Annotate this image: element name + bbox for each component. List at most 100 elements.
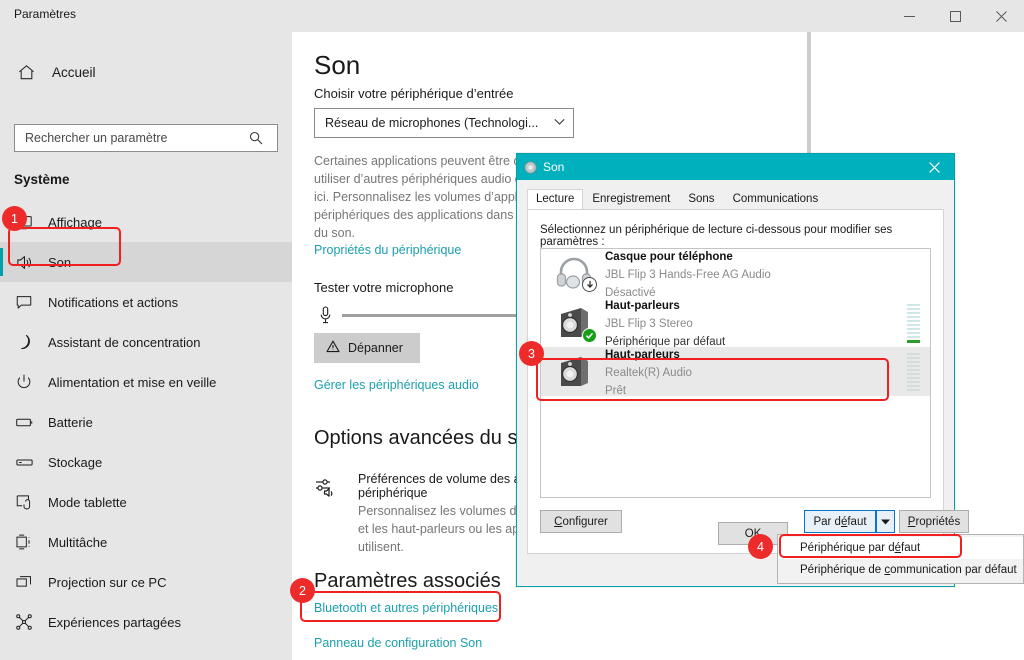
device-level-meter xyxy=(907,352,920,392)
sidebar-item-batterie[interactable]: Batterie xyxy=(0,402,292,442)
sidebar-item-label: Expériences partagées xyxy=(48,614,181,630)
sidebar-item-label: Son xyxy=(48,254,72,270)
search-box[interactable] xyxy=(14,124,278,152)
sidebar-item-label: Mode tablette xyxy=(48,494,127,510)
page-title: Son xyxy=(314,50,361,80)
device-row-casque[interactable]: Casque pour téléphone JBL Flip 3 Hands-F… xyxy=(541,249,930,301)
warning-icon xyxy=(326,340,340,356)
speaker-icon xyxy=(0,253,48,272)
configure-label: onfigurer xyxy=(562,515,608,528)
troubleshoot-button[interactable]: Dépanner xyxy=(314,333,420,363)
device-name: Casque pour téléphone xyxy=(605,250,733,263)
sidebar-item-label: Assistant de concentration xyxy=(48,334,201,350)
sidebar-item-label: Notifications et actions xyxy=(48,294,179,310)
default-label: Par défaut xyxy=(813,515,867,528)
sound-dialog-icon xyxy=(517,161,543,174)
sidebar-item-multitache[interactable]: Multitâche xyxy=(0,522,292,562)
step-badge-4: 4 xyxy=(748,534,773,559)
maximize-button[interactable] xyxy=(932,0,978,32)
microphone-icon xyxy=(312,306,338,324)
link-gerer-les-peripheriques-audio[interactable]: Gérer les périphériques audio xyxy=(314,378,479,392)
tablet-icon xyxy=(0,493,48,511)
sound-dialog-close-button[interactable] xyxy=(914,154,954,180)
tab-communications[interactable]: Communications xyxy=(724,189,828,210)
tab-sons[interactable]: Sons xyxy=(679,189,723,210)
device-sub: Realtek(R) Audio xyxy=(605,366,692,379)
sidebar-item-label: Projection sur ce PC xyxy=(48,574,167,590)
sidebar-item-stockage[interactable]: Stockage xyxy=(0,442,292,482)
device-status: Prêt xyxy=(605,384,627,397)
sidebar-section-label: Système xyxy=(14,172,70,187)
window-title: Paramètres xyxy=(14,7,77,21)
sidebar-item-experiences-partagees[interactable]: Expériences partagées xyxy=(0,602,292,642)
sound-dialog-body: Lecture Enregistrement Sons Communicatio… xyxy=(517,180,969,586)
speaker-device-icon xyxy=(549,301,599,345)
sidebar-item-mode-tablette[interactable]: Mode tablette xyxy=(0,482,292,522)
tab-lecture[interactable]: Lecture xyxy=(527,189,584,210)
menu-item-peripherique-de-communication-par-defaut[interactable]: Périphérique de communication par défaut xyxy=(778,559,1023,581)
troubleshoot-label: Dépanner xyxy=(348,341,403,355)
input-section-label: Choisir votre périphérique d’entrée xyxy=(314,86,514,101)
device-name: Haut-parleurs xyxy=(605,299,680,312)
advanced-options-title: Options avancées du son xyxy=(314,427,540,449)
link-bluetooth-et-autres-peripheriques[interactable]: Bluetooth et autres périphériques xyxy=(314,601,498,615)
default-dropdown-arrow[interactable] xyxy=(876,510,895,533)
default-button[interactable]: Par défaut xyxy=(804,510,876,533)
sidebar-item-son[interactable]: Son xyxy=(0,242,292,282)
playback-device-list[interactable]: Casque pour téléphone JBL Flip 3 Hands-F… xyxy=(540,248,931,498)
disabled-badge xyxy=(582,276,597,292)
step-badge-2: 2 xyxy=(290,578,315,603)
input-device-select[interactable]: Réseau de microphones (Technologi... xyxy=(314,108,574,138)
sound-dialog-tabs: Lecture Enregistrement Sons Communicatio… xyxy=(527,188,827,210)
projection-icon xyxy=(0,573,48,591)
sidebar-item-affichage[interactable]: Affichage xyxy=(0,202,292,242)
link-panneau-de-configuration-son[interactable]: Panneau de configuration Son xyxy=(314,636,482,650)
moon-icon xyxy=(0,333,48,351)
caret-down-icon xyxy=(881,516,890,528)
input-device-value: Réseau de microphones (Technologi... xyxy=(325,116,539,130)
sidebar-item-alimentation[interactable]: Alimentation et mise en veille xyxy=(0,362,292,402)
sidebar-item-assistant-concentration[interactable]: Assistant de concentration xyxy=(0,322,292,362)
sidebar-home-label: Accueil xyxy=(52,64,96,80)
sound-dialog-title: Son xyxy=(543,160,565,174)
search-icon[interactable] xyxy=(241,131,271,145)
sidebar-item-notifications[interactable]: Notifications et actions xyxy=(0,282,292,322)
window-titlebar: Paramètres xyxy=(0,0,1024,32)
minimize-button[interactable] xyxy=(886,0,932,32)
configure-button[interactable]: Configurer xyxy=(540,510,622,533)
sound-dialog: Son Lecture Enregistrement Sons Communic… xyxy=(516,153,969,587)
sidebar-nav: Affichage Son Notifications et actions A… xyxy=(0,202,292,642)
device-level-meter xyxy=(907,303,920,343)
sidebar-item-projection[interactable]: Projection sur ce PC xyxy=(0,562,292,602)
device-info: Haut-parleurs JBL Flip 3 Stereo Périphér… xyxy=(599,296,907,350)
link-proprietes-du-peripherique[interactable]: Propriétés du périphérique xyxy=(314,243,461,257)
sidebar-item-label: Alimentation et mise en veille xyxy=(48,374,217,390)
configure-mnemonic: C xyxy=(554,515,563,528)
device-info: Casque pour téléphone JBL Flip 3 Hands-F… xyxy=(599,249,926,301)
menu-item-label: Périphérique de communication par défaut xyxy=(800,564,1017,576)
sidebar-item-label: Multitâche xyxy=(48,534,108,550)
sidebar-item-label: Batterie xyxy=(48,414,93,430)
search-input[interactable] xyxy=(15,125,241,151)
device-row-realtek[interactable]: Haut-parleurs Realtek(R) Audio Prêt xyxy=(541,345,930,399)
properties-button[interactable]: Propriétés xyxy=(899,510,969,533)
speaker-device-icon xyxy=(549,350,599,394)
default-check-badge xyxy=(582,327,597,343)
headset-icon xyxy=(549,252,599,296)
step-badge-1: 1 xyxy=(2,206,27,231)
close-button[interactable] xyxy=(978,0,1024,32)
device-sub: JBL Flip 3 Stereo xyxy=(605,317,693,330)
tab-enregistrement[interactable]: Enregistrement xyxy=(583,189,679,210)
multitask-icon xyxy=(0,533,48,551)
storage-icon xyxy=(0,453,48,472)
device-info: Haut-parleurs Realtek(R) Audio Prêt xyxy=(599,345,907,399)
home-icon xyxy=(0,63,52,82)
menu-item-peripherique-par-defaut[interactable]: Périphérique par défaut xyxy=(778,537,1023,559)
menu-item-label: Périphérique par défaut xyxy=(800,542,921,554)
sidebar-item-label: Affichage xyxy=(48,214,102,230)
shared-experiences-icon xyxy=(0,613,48,631)
device-row-jbl[interactable]: Haut-parleurs JBL Flip 3 Stereo Périphér… xyxy=(541,296,930,350)
properties-label: ropriétés xyxy=(915,515,961,528)
sidebar-item-home[interactable]: Accueil xyxy=(0,52,292,92)
chevron-down-icon xyxy=(554,118,565,129)
